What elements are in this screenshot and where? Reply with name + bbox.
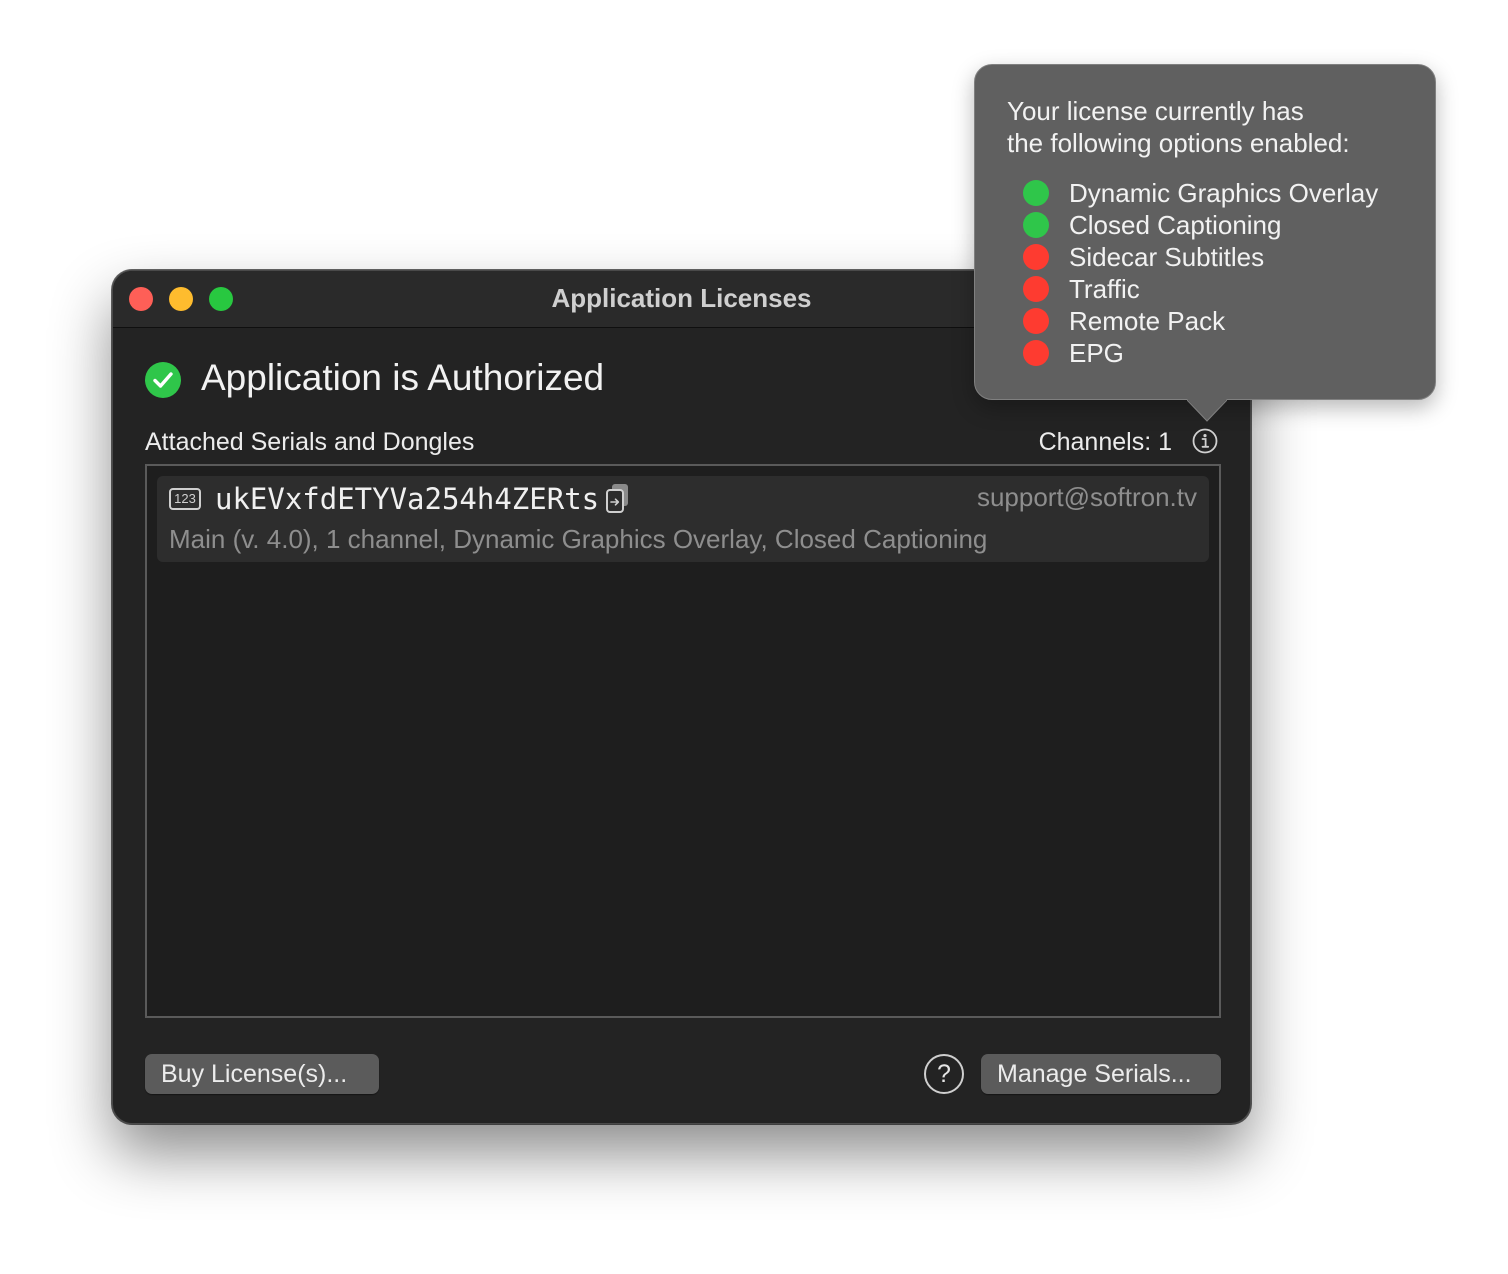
status-dot — [1023, 308, 1049, 334]
license-options-popover: Your license currently has the following… — [974, 64, 1436, 422]
authorization-status-title: Application is Authorized — [201, 357, 605, 398]
manage-serials-button[interactable]: Manage Serials... — [981, 1054, 1221, 1094]
option-label: Closed Captioning — [1069, 210, 1282, 240]
status-dot — [1023, 212, 1049, 238]
channels-count: Channels: 1 — [1038, 428, 1172, 456]
option-item-traffic: Traffic — [1023, 273, 1423, 305]
info-icon[interactable] — [1192, 428, 1218, 454]
status-dot — [1023, 244, 1049, 270]
checkmark-circle-icon — [145, 362, 181, 398]
popover-text: Your license currently has the following… — [1007, 96, 1350, 158]
buy-licenses-button[interactable]: Buy License(s)... — [145, 1054, 379, 1094]
copy-icon[interactable] — [604, 482, 632, 514]
popover-arrow — [1187, 399, 1227, 422]
option-item-epg: EPG — [1023, 337, 1423, 369]
serial-number: ukEVxfdETYVa254h4ZERts — [215, 482, 600, 516]
option-label: Traffic — [1069, 274, 1140, 304]
help-button[interactable]: ? — [924, 1054, 964, 1094]
license-description: Main (v. 4.0), 1 channel, Dynamic Graphi… — [169, 524, 988, 554]
serials-section-label: Attached Serials and Dongles — [145, 428, 475, 456]
option-item-dynamic-graphics-overlay: Dynamic Graphics Overlay — [1023, 177, 1423, 209]
option-label: Sidecar Subtitles — [1069, 242, 1265, 272]
serials-list[interactable]: 123 ukEVxfdETYVa254h4ZERts support@softr… — [145, 464, 1221, 1018]
option-item-remote-pack: Remote Pack — [1023, 305, 1423, 337]
status-dot — [1023, 180, 1049, 206]
status-dot — [1023, 276, 1049, 302]
serial-number-icon: 123 — [169, 488, 201, 510]
option-label: Dynamic Graphics Overlay — [1069, 178, 1379, 208]
license-email: support@softron.tv — [976, 482, 1197, 512]
option-label: EPG — [1069, 338, 1124, 368]
option-label: Remote Pack — [1069, 306, 1226, 336]
status-dot — [1023, 340, 1049, 366]
option-item-sidecar-subtitles: Sidecar Subtitles — [1023, 241, 1423, 273]
serial-row[interactable]: 123 ukEVxfdETYVa254h4ZERts support@softr… — [157, 476, 1209, 562]
option-item-closed-captioning: Closed Captioning — [1023, 209, 1423, 241]
